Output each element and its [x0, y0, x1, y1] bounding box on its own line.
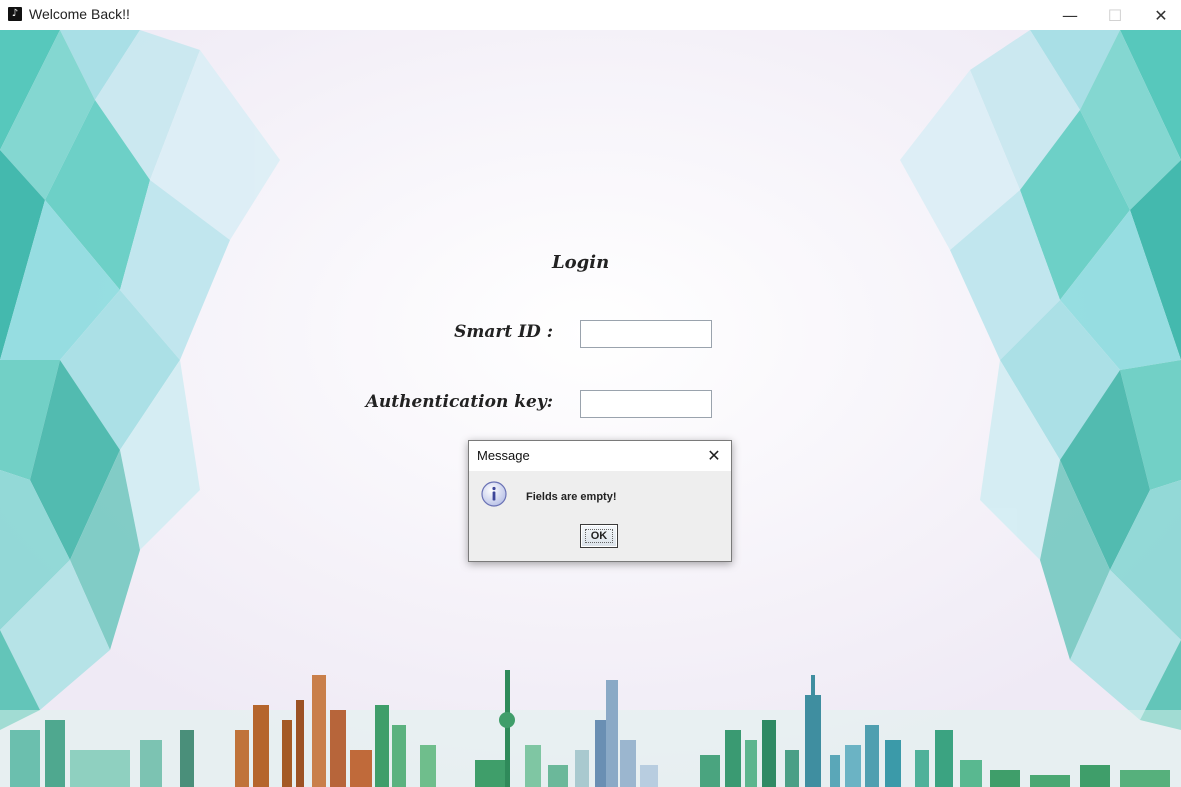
minimize-button[interactable]: — — [1047, 0, 1093, 30]
info-icon — [481, 481, 507, 507]
maximize-button[interactable]: ☐ — [1092, 0, 1138, 30]
smart-id-label: Smart ID : — [454, 322, 553, 342]
login-panel: Login Smart ID : Authentication key: — [0, 30, 1181, 787]
dialog-close-button[interactable]: ✕ — [703, 445, 725, 467]
focus-ring — [585, 529, 613, 543]
message-dialog: Message ✕ Fields are empty! OK — [468, 440, 732, 562]
dialog-titlebar: Message ✕ — [469, 441, 731, 471]
window-titlebar: ♪ Welcome Back!! — ☐ ✕ — [0, 0, 1181, 30]
auth-key-label: Authentication key: — [365, 392, 553, 412]
dialog-title: Message — [477, 448, 530, 463]
login-heading: Login — [552, 252, 610, 273]
dialog-message: Fields are empty! — [526, 491, 617, 503]
app-icon: ♪ — [8, 7, 22, 21]
close-button[interactable]: ✕ — [1138, 0, 1181, 30]
window-title: Welcome Back!! — [29, 6, 130, 22]
smart-id-input[interactable] — [580, 320, 712, 348]
auth-key-input[interactable] — [580, 390, 712, 418]
ok-button[interactable]: OK — [580, 524, 618, 548]
